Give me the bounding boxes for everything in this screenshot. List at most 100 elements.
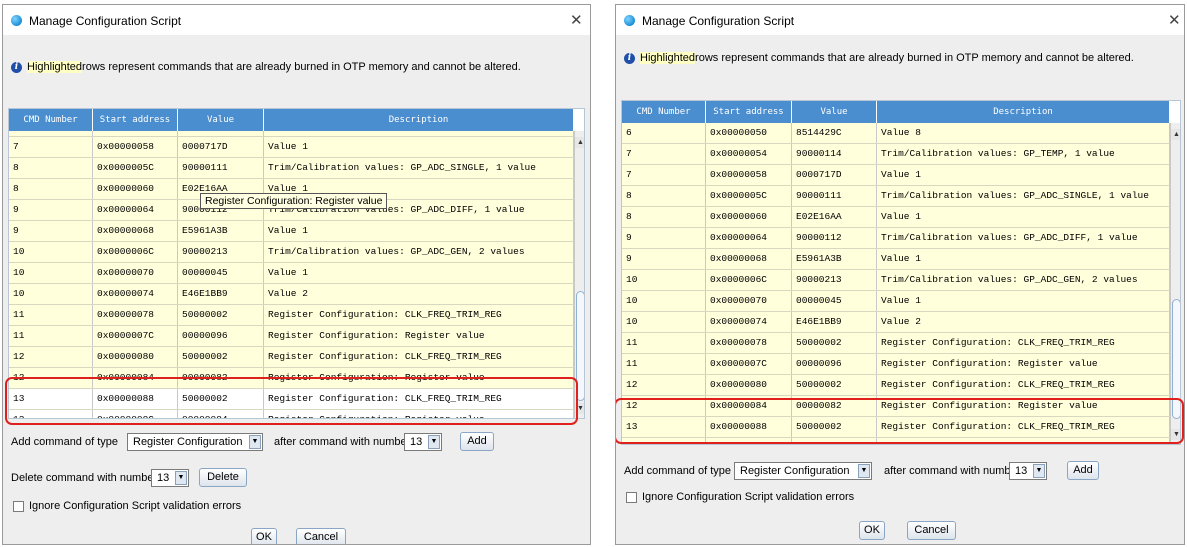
cell-start-address: 0x0000005C <box>706 186 792 206</box>
table-cell: 0x00000054 <box>93 131 178 136</box>
delete-button[interactable]: Delete <box>199 468 247 487</box>
cell-start-address: 0x0000007C <box>93 326 178 346</box>
table-row[interactable]: 10 0x00000070 00000045 Value 1 <box>622 291 1170 312</box>
cell-description: Trim/Calibration values: GP_TEMP, 1 valu… <box>877 144 1170 164</box>
table-row[interactable]: 7 0x00000058 0000717D Value 1 <box>9 137 574 158</box>
scroll-up-icon[interactable]: ▲ <box>1171 129 1180 140</box>
command-type-select[interactable]: Register Configuration ▼ <box>127 433 263 451</box>
cell-start-address: 0x00000064 <box>93 200 178 220</box>
ignore-errors-checkbox[interactable] <box>626 492 637 503</box>
table-row[interactable]: 9 0x00000068 E5961A3B Value 1 <box>9 221 574 242</box>
cancel-button[interactable]: Cancel <box>907 521 956 540</box>
cell-cmd-number: 11 <box>622 333 706 353</box>
cell-start-address: 0x00000078 <box>93 305 178 325</box>
cell-cmd-number: 7 <box>622 144 706 164</box>
chevron-down-icon[interactable]: ▼ <box>249 435 261 449</box>
table-row[interactable]: 10 0x00000074 E46E1BB9 Value 2 <box>622 312 1170 333</box>
column-header-cmd[interactable]: CMD Number <box>622 101 706 123</box>
cell-cmd-number: 8 <box>9 179 93 199</box>
ignore-errors-label: Ignore Configuration Script validation e… <box>642 491 855 503</box>
column-header-description[interactable]: Description <box>264 109 574 131</box>
table-row[interactable]: 8 0x00000060 E02E16AA Value 1 <box>622 207 1170 228</box>
table-row[interactable]: 10 0x00000074 E46E1BB9 Value 2 <box>9 284 574 305</box>
title-bar: Manage Configuration Script ✕ <box>616 5 1184 35</box>
table-row[interactable]: 8 0x0000005C 90000111 Trim/Calibration valu… <box>622 186 1170 207</box>
table-row[interactable]: 11 0x00000078 50000002 Register Configurati… <box>9 305 574 326</box>
table-row[interactable]: 6 0x00000050 8514429C Value 8 <box>622 123 1170 144</box>
cell-value: E46E1BB9 <box>178 284 264 304</box>
add-button[interactable]: Add <box>1067 461 1099 480</box>
cell-value: 90000111 <box>178 158 264 178</box>
cell-value: 90000111 <box>792 186 877 206</box>
table-row[interactable]: 12 0x00000080 50000002 Register Configurati… <box>622 375 1170 396</box>
info-highlight-word: Highlighted <box>640 52 696 64</box>
add-command-label: Add command of type <box>11 436 119 448</box>
cell-start-address: 0x0000005C <box>93 158 178 178</box>
delete-command-select[interactable]: 13 ▼ <box>151 469 189 487</box>
chevron-down-icon[interactable]: ▼ <box>428 435 440 449</box>
after-command-select[interactable]: 13 ▼ <box>404 433 442 451</box>
cell-cmd-number: 9 <box>9 221 93 241</box>
cell-description: Value 1 <box>264 221 574 241</box>
cell-description: Register Configuration: CLK_FREQ_TRIM_RE… <box>264 305 574 325</box>
table-row[interactable]: 9 0x00000064 90000112 Trim/Calibration valu… <box>622 228 1170 249</box>
table-row[interactable]: 12 0x00000080 50000002 Register Configurati… <box>9 347 574 368</box>
chevron-down-icon[interactable]: ▼ <box>858 464 870 478</box>
command-type-select[interactable]: Register Configuration ▼ <box>734 462 872 480</box>
table-row[interactable]: 11 0x00000078 50000002 Register Configurati… <box>622 333 1170 354</box>
ok-button[interactable]: OK <box>251 528 277 544</box>
after-command-select[interactable]: 13 ▼ <box>1009 462 1047 480</box>
add-command-label: Add command of type <box>624 465 732 477</box>
table-row[interactable]: 9 0x00000068 E5961A3B Value 1 <box>622 249 1170 270</box>
table-row[interactable]: 7 0x00000058 0000717D Value 1 <box>622 165 1170 186</box>
column-header-start-address[interactable]: Start address <box>706 101 792 123</box>
close-icon[interactable]: ✕ <box>1168 11 1181 29</box>
info-message: i Highlighted rows represent commands th… <box>11 61 521 73</box>
delete-command-label: Delete command with number <box>11 472 158 484</box>
command-table: CMD Number Start address Value Descripti… <box>8 108 585 419</box>
table-cell: Trim/Calibration values: GP_TEMP, 1 valu… <box>264 131 574 136</box>
chevron-down-icon[interactable]: ▼ <box>175 471 187 485</box>
cell-start-address: 0x00000058 <box>706 165 792 185</box>
column-header-value[interactable]: Value <box>178 109 264 131</box>
cell-start-address: 0x00000054 <box>706 144 792 164</box>
command-table: CMD Number Start address Value Descripti… <box>621 100 1181 445</box>
column-header-cmd[interactable]: CMD Number <box>9 109 93 131</box>
table-row[interactable]: 11 0x0000007C 00000096 Register Configurati… <box>622 354 1170 375</box>
column-header-value[interactable]: Value <box>792 101 877 123</box>
cell-description: Value 1 <box>877 165 1170 185</box>
cell-description: Value 1 <box>877 207 1170 227</box>
cell-cmd-number: 10 <box>622 291 706 311</box>
ignore-errors-checkbox[interactable] <box>13 501 24 512</box>
cell-description: Trim/Calibration values: GP_ADC_SINGLE, … <box>877 186 1170 206</box>
table-row[interactable]: 10 0x0000006C 90000213 Trim/Calibration val… <box>9 242 574 263</box>
table-row[interactable]: 8 0x0000005C 90000111 Trim/Calibration valu… <box>9 158 574 179</box>
column-header-description[interactable]: Description <box>877 101 1170 123</box>
add-button[interactable]: Add <box>460 432 494 451</box>
cell-description: Trim/Calibration values: GP_ADC_SINGLE, … <box>264 158 574 178</box>
cell-start-address: 0x0000006C <box>706 270 792 290</box>
cell-cmd-number: 10 <box>9 263 93 283</box>
cell-description: Value 1 <box>877 249 1170 269</box>
cell-start-address: 0x00000080 <box>706 375 792 395</box>
info-message: i Highlighted rows represent commands th… <box>624 52 1134 64</box>
close-icon[interactable]: ✕ <box>570 11 583 29</box>
table-row[interactable]: 10 0x00000070 00000045 Value 1 <box>9 263 574 284</box>
chevron-down-icon[interactable]: ▼ <box>1033 464 1045 478</box>
vertical-scrollbar[interactable]: ▲ ▼ <box>574 131 584 418</box>
cancel-button[interactable]: Cancel <box>296 528 346 544</box>
table-row[interactable]: 11 0x0000007C 00000096 Register Configurati… <box>9 326 574 347</box>
table-row[interactable]: 7 0x00000054 90000114 Trim/Calibration valu… <box>622 144 1170 165</box>
table-row[interactable]: 10 0x0000006C 90000213 Trim/Calibration val… <box>622 270 1170 291</box>
scroll-up-icon[interactable]: ▲ <box>575 137 584 148</box>
cell-cmd-number: 12 <box>9 347 93 367</box>
info-text: rows represent commands that are already… <box>82 61 521 73</box>
vertical-scrollbar[interactable]: ▲ ▼ <box>1170 123 1180 444</box>
cell-cmd-number: 9 <box>622 228 706 248</box>
column-header-start-address[interactable]: Start address <box>93 109 178 131</box>
cell-cmd-number: 11 <box>9 326 93 346</box>
cell-cmd-number: 11 <box>622 354 706 374</box>
cell-cmd-number: 7 <box>9 137 93 157</box>
ok-button[interactable]: OK <box>859 521 885 540</box>
app-icon <box>624 15 635 26</box>
